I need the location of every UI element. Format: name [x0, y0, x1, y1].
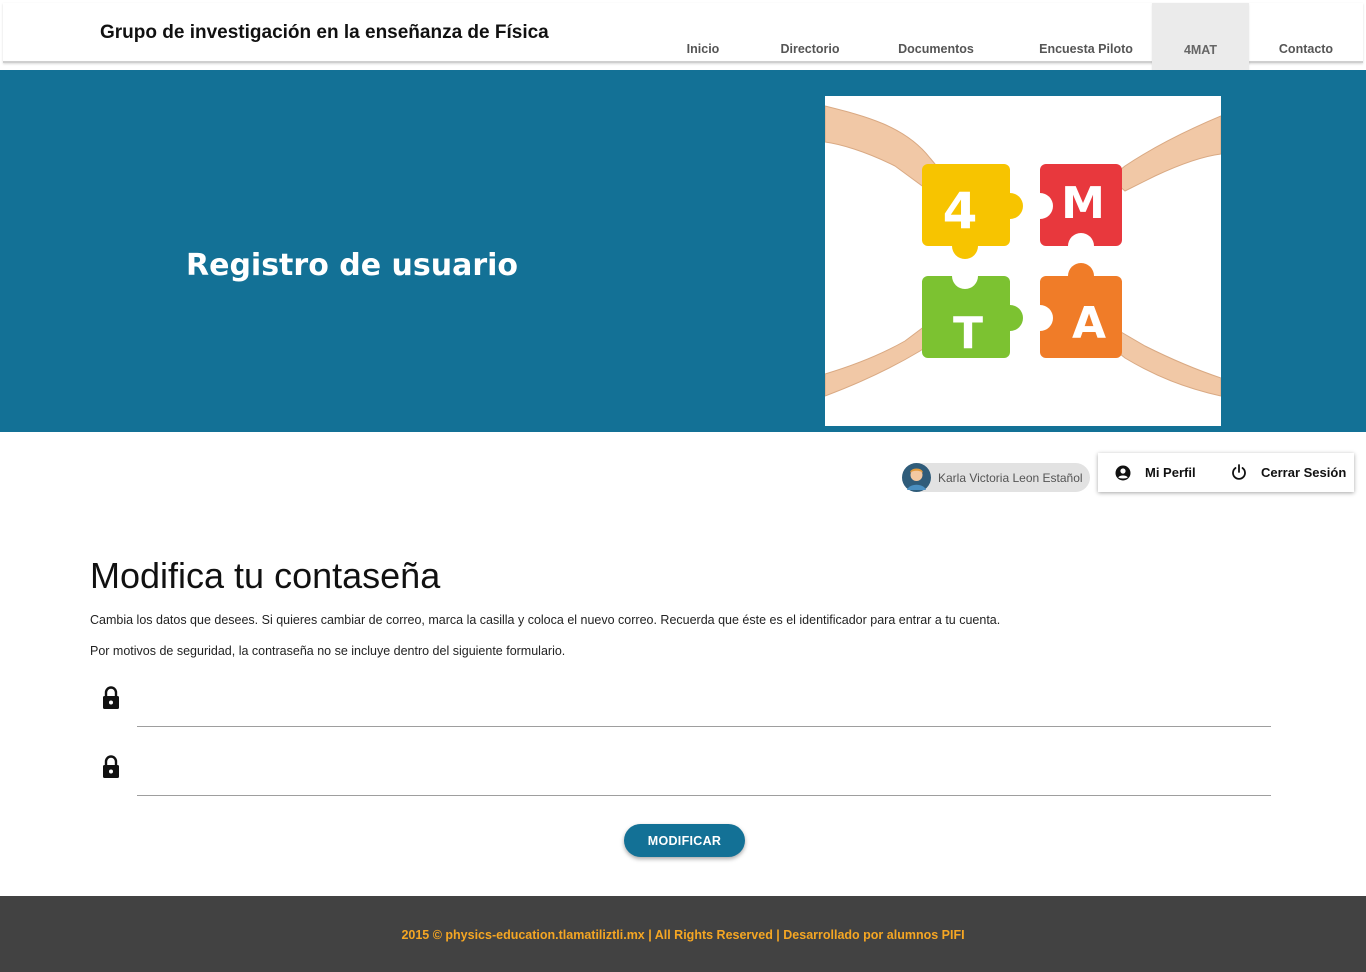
puzzle-letter-4: 4 — [943, 182, 978, 240]
user-name: Karla Victoria Leon Estañol — [938, 470, 1083, 485]
password-input[interactable] — [137, 686, 1271, 727]
main-nav: Inicio Directorio Documentos Encuesta Pi… — [3, 3, 1363, 96]
nav-encuesta-piloto[interactable]: Encuesta Piloto — [1023, 3, 1149, 61]
confirm-password-field-row — [100, 755, 1271, 796]
logout-label: Cerrar Sesión — [1261, 465, 1347, 480]
security-note: Por motivos de seguridad, la contraseña … — [90, 644, 566, 658]
user-chip[interactable]: Karla Victoria Leon Estañol — [902, 463, 1090, 492]
power-icon — [1232, 463, 1246, 480]
nav-directorio[interactable]: Directorio — [768, 3, 852, 61]
puzzle-letter-m: M — [1061, 178, 1105, 229]
confirm-password-input[interactable] — [137, 755, 1271, 796]
avatar — [902, 463, 931, 492]
hero-banner: Registro de usuario 4 M T A — [0, 70, 1366, 432]
nav-inicio[interactable]: Inicio — [673, 3, 733, 61]
nav-documentos[interactable]: Documentos — [888, 3, 984, 61]
hero-title: Registro de usuario — [186, 248, 519, 283]
nav-contacto[interactable]: Contacto — [1268, 3, 1344, 61]
footer: 2015 © physics-education.tlamatiliztli.m… — [0, 896, 1366, 972]
account-actions: Mi Perfil Cerrar Sesión — [1098, 453, 1354, 492]
logout-button[interactable]: Cerrar Sesión — [1214, 453, 1354, 492]
4mat-puzzle-image: 4 M T A — [824, 96, 1222, 426]
password-field-row — [100, 686, 1271, 727]
page-title: Modifica tu contaseña — [90, 555, 441, 596]
lock-icon — [103, 686, 119, 709]
top-navbar: Grupo de investigación en la enseñanza d… — [3, 3, 1363, 96]
account-circle-icon — [1115, 465, 1131, 480]
instructions-text: Cambia los datos que desees. Si quieres … — [90, 613, 1001, 627]
my-profile-button[interactable]: Mi Perfil — [1098, 453, 1214, 492]
puzzle-letter-t: T — [953, 308, 983, 359]
footer-copyright: 2015 © physics-education.tlamatiliztli.m… — [401, 928, 965, 942]
modify-button[interactable]: MODIFICAR — [624, 824, 745, 857]
lock-icon — [103, 755, 119, 778]
puzzle-letter-a: A — [1072, 298, 1106, 349]
my-profile-label: Mi Perfil — [1145, 465, 1196, 480]
